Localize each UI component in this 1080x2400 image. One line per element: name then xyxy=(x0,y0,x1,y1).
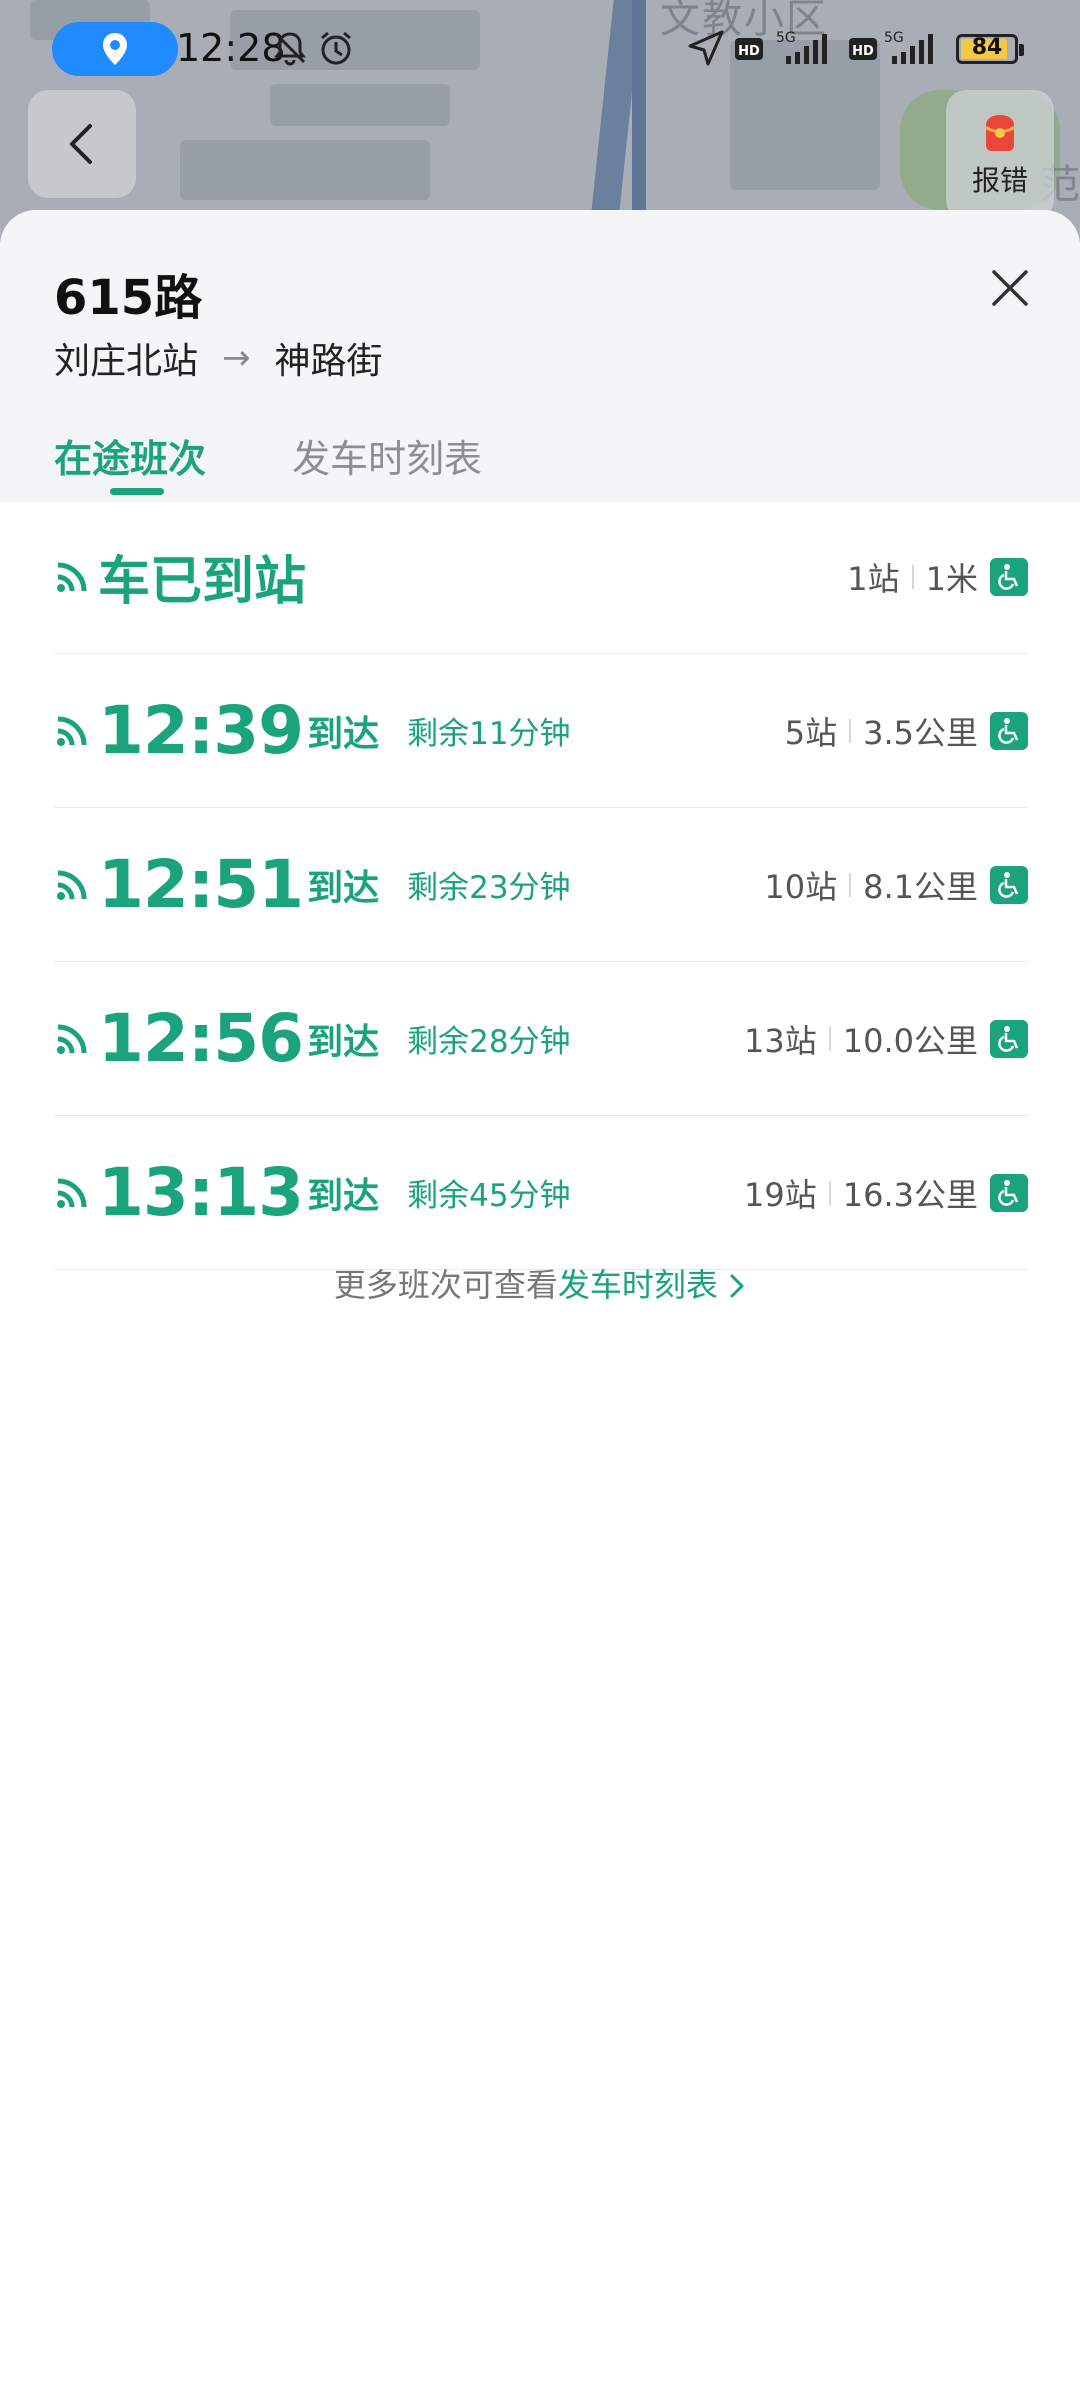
wheelchair-icon xyxy=(990,711,1028,750)
back-button[interactable] xyxy=(28,90,136,198)
wheelchair-icon xyxy=(990,1173,1028,1212)
bus-row[interactable]: 13:13 到达 剩余45分钟 19站 16.3公里 xyxy=(54,1116,1028,1270)
bus-distance: 10.0公里 xyxy=(842,1021,978,1060)
signal-5g-icon: 5G xyxy=(884,30,933,64)
bus-arrival-time: 12:56 xyxy=(98,1000,304,1077)
tab-bar: 在途班次 发车时刻表 xyxy=(54,428,568,495)
realtime-signal-icon xyxy=(57,716,87,746)
navigation-icon xyxy=(688,30,724,66)
bus-arrive-label: 到达 xyxy=(307,713,380,755)
battery-level: 84 xyxy=(971,35,1003,60)
bus-row[interactable]: 12:39 到达 剩余11分钟 5站 3.5公里 xyxy=(54,654,1028,808)
close-icon[interactable] xyxy=(980,258,1040,318)
bus-row[interactable]: 12:56 到达 剩余28分钟 13站 10.0公里 xyxy=(54,962,1028,1116)
bus-remaining-time: 剩余11分钟 xyxy=(407,716,571,752)
bus-stops-away: 1站 xyxy=(847,559,900,598)
bus-distance: 1米 xyxy=(925,559,978,598)
svg-text:5G: 5G xyxy=(776,30,796,46)
bus-row[interactable]: 车已到站 1站 1米 xyxy=(54,500,1028,654)
bus-stops-away: 10站 xyxy=(764,867,838,906)
bus-arrive-label: 到达 xyxy=(307,1021,380,1063)
bus-row[interactable]: 12:51 到达 剩余23分钟 10站 8.1公里 xyxy=(54,808,1028,962)
battery-icon: 84 xyxy=(956,34,1024,64)
status-bar: 12:28 HD 5G HD 5G 84 xyxy=(0,0,1080,100)
tab-in-transit[interactable]: 在途班次 xyxy=(54,428,207,495)
hd-icon: HD xyxy=(735,38,763,60)
svg-text:HD: HD xyxy=(852,44,874,59)
more-schedules-prefix: 更多班次可查看 xyxy=(333,1266,558,1304)
bus-stops-away: 13站 xyxy=(744,1021,817,1060)
timetable-link-label: 发车时刻表 xyxy=(557,1266,718,1304)
bus-distance: 8.1公里 xyxy=(863,867,978,906)
bus-remaining-time: 剩余23分钟 xyxy=(407,870,571,906)
location-pill-icon[interactable] xyxy=(52,22,178,76)
route-origin: 刘庄北站 xyxy=(54,341,199,382)
bus-distance: 16.3公里 xyxy=(842,1175,978,1214)
bus-arrive-label: 到达 xyxy=(307,867,380,909)
signal-5g-icon: 5G xyxy=(776,30,827,64)
red-envelope-icon xyxy=(984,115,1016,151)
bus-arrival-time: 12:51 xyxy=(98,846,304,923)
realtime-signal-icon xyxy=(57,870,87,900)
bus-remaining-time: 剩余28分钟 xyxy=(407,1024,571,1060)
hd-icon: HD xyxy=(849,38,877,60)
bus-arrived-status: 车已到站 xyxy=(98,552,307,612)
timetable-link[interactable]: 发车时刻表 xyxy=(558,1266,746,1304)
tab-active-indicator xyxy=(110,488,164,495)
more-schedules-hint: 更多班次可查看发车时刻表 xyxy=(0,1260,1080,1306)
wheelchair-icon xyxy=(990,1019,1028,1058)
svg-text:5G: 5G xyxy=(884,30,904,46)
wheelchair-icon xyxy=(990,865,1028,904)
route-bottom-sheet: 615路 刘庄北站 → 神路街 在途班次 发车时刻表 车已到站 1站 1米 12… xyxy=(0,210,1080,2400)
bell-muted-icon xyxy=(274,32,306,66)
bus-remaining-time: 剩余45分钟 xyxy=(407,1178,571,1214)
tab-timetable-label: 发车时刻表 xyxy=(292,437,483,481)
route-direction: 刘庄北站 → 神路街 xyxy=(54,332,383,384)
bus-stops-away: 5站 xyxy=(784,713,838,752)
bus-distance: 3.5公里 xyxy=(863,713,978,752)
realtime-signal-icon xyxy=(57,1024,87,1054)
bus-arrival-time: 13:13 xyxy=(98,1154,304,1231)
bus-arrival-time: 12:39 xyxy=(98,692,304,769)
report-error-label: 报错 xyxy=(971,164,1028,197)
alarm-icon xyxy=(321,31,351,65)
bus-arrive-label: 到达 xyxy=(307,1175,380,1217)
chevron-left-icon xyxy=(70,124,92,164)
sheet-header: 615路 刘庄北站 → 神路街 在途班次 发车时刻表 xyxy=(0,210,1080,502)
bus-list: 车已到站 1站 1米 12:39 到达 剩余11分钟 5站 3.5公里 12:5… xyxy=(54,500,1028,1270)
report-error-button[interactable]: 报错 xyxy=(946,90,1054,220)
realtime-signal-icon xyxy=(57,1178,87,1208)
bus-stops-away: 19站 xyxy=(744,1175,817,1214)
realtime-signal-icon xyxy=(57,562,87,592)
svg-text:HD: HD xyxy=(738,44,760,59)
route-title: 615路 xyxy=(54,270,203,326)
route-destination: 神路街 xyxy=(274,341,383,382)
tab-timetable[interactable]: 发车时刻表 xyxy=(292,428,482,483)
tab-in-transit-label: 在途班次 xyxy=(54,437,207,481)
chevron-right-icon xyxy=(730,1274,744,1298)
arrow-right-icon: → xyxy=(222,338,251,378)
wheelchair-icon xyxy=(990,557,1028,596)
